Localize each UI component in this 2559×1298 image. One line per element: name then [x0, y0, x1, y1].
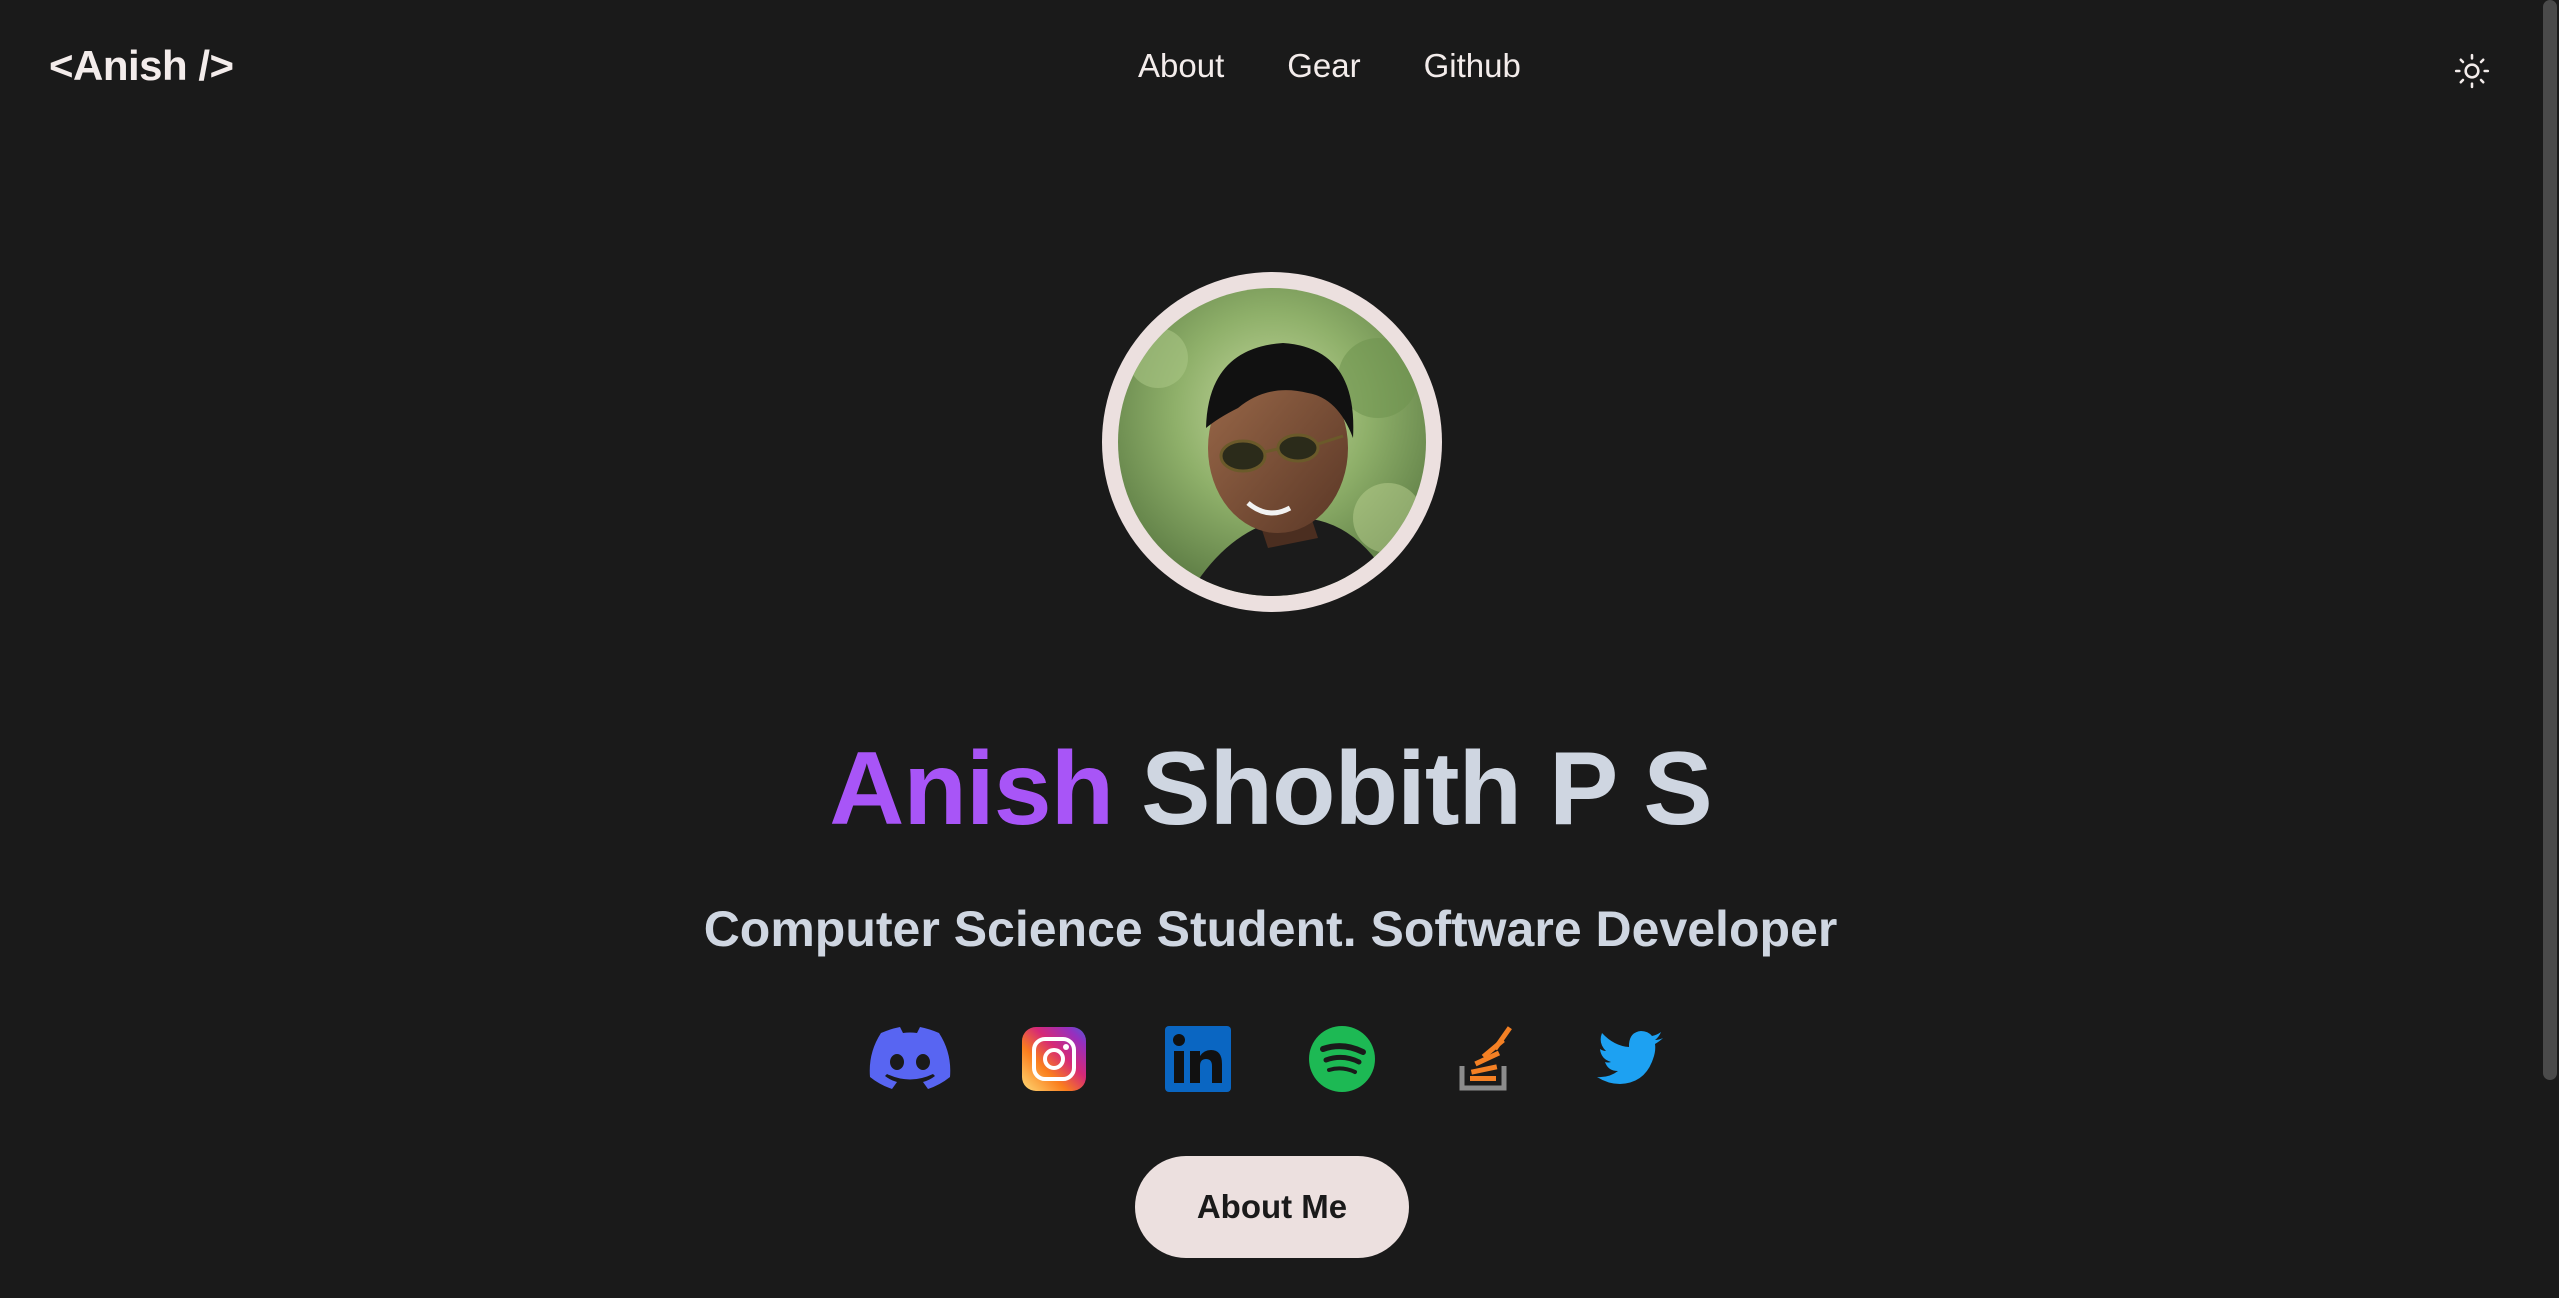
main-nav: About Gear Github [1138, 47, 1521, 85]
site-logo[interactable]: <Anish /> [49, 42, 234, 90]
linkedin-icon [1165, 1026, 1231, 1092]
social-links [868, 1024, 1672, 1094]
twitter-link[interactable] [1588, 1024, 1672, 1094]
stackoverflow-link[interactable] [1444, 1024, 1528, 1094]
spotify-icon [1309, 1026, 1375, 1092]
instagram-icon [1022, 1027, 1086, 1091]
hero-name-rest: Shobith P S [1141, 731, 1713, 847]
avatar [1102, 272, 1442, 612]
profile-photo [1118, 288, 1426, 596]
spotify-link[interactable] [1300, 1024, 1384, 1094]
twitter-icon [1597, 1031, 1663, 1084]
nav-item-github[interactable]: Github [1424, 47, 1521, 85]
stackoverflow-icon [1459, 1026, 1512, 1091]
page: <Anish /> About Gear Github Anish Shobit… [0, 0, 2559, 1298]
hero-name: Anish Shobith P S [0, 730, 2541, 849]
instagram-link[interactable] [1012, 1024, 1096, 1094]
nav-item-gear[interactable]: Gear [1287, 47, 1360, 85]
discord-icon [869, 1027, 951, 1089]
about-me-button[interactable]: About Me [1135, 1156, 1409, 1258]
sun-icon [2454, 53, 2490, 89]
scrollbar-thumb[interactable] [2543, 0, 2557, 1080]
theme-toggle-button[interactable] [2453, 52, 2491, 90]
discord-link[interactable] [868, 1024, 952, 1094]
hero-name-first: Anish [829, 731, 1114, 847]
scrollbar-track[interactable] [2541, 0, 2559, 1298]
hero-tagline: Computer Science Student. Software Devel… [703, 901, 1838, 957]
nav-item-about[interactable]: About [1138, 47, 1224, 85]
linkedin-link[interactable] [1156, 1024, 1240, 1094]
